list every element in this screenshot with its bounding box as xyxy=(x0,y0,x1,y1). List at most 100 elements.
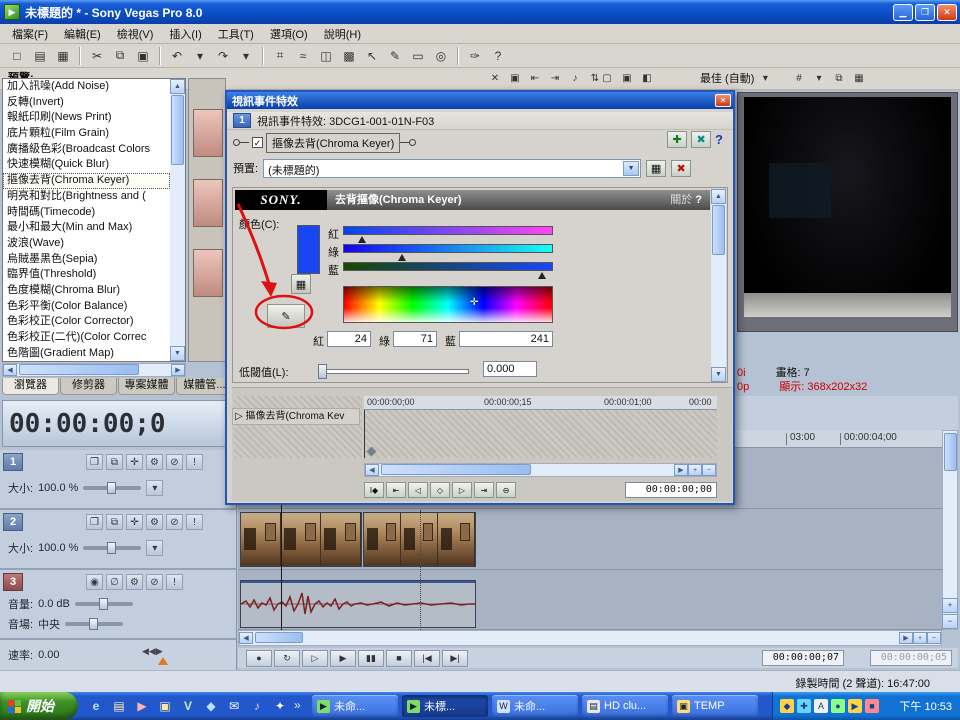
folder-icon[interactable]: ▣ xyxy=(155,695,175,717)
current-timecode[interactable]: 00:00:00;07 xyxy=(762,650,844,666)
panel-tab[interactable]: 修剪器 xyxy=(60,378,117,395)
effect-item[interactable]: 摳像去背(Chroma Keyer) xyxy=(3,173,170,189)
green-channel-slider[interactable] xyxy=(343,244,553,253)
track-header-2[interactable]: 2 ❐ ⧉ ✛ ⚙ ⊘! 大小: 100.0 % ▾ xyxy=(0,510,237,570)
copy-frame-icon[interactable]: ⧉ xyxy=(830,69,848,87)
tray-icon-5[interactable]: ▶ xyxy=(848,699,862,713)
restore-button[interactable]: ❐ xyxy=(915,3,935,21)
scroll-left-icon[interactable]: ◀ xyxy=(3,364,17,376)
video-event-1[interactable] xyxy=(240,512,362,567)
effect-item[interactable]: 色彩校正(二代)(Color Correc xyxy=(3,330,170,346)
normal-edit-tool-icon[interactable]: ↖ xyxy=(361,45,383,66)
track-overlay-icon[interactable]: ❐ xyxy=(86,454,103,470)
red-slider-thumb-icon[interactable] xyxy=(358,236,366,243)
effect-item[interactable]: 廣播級色彩(Broadcast Colors xyxy=(3,142,170,158)
delete-preset-button[interactable]: ✖ xyxy=(671,159,692,177)
play-from-start-button[interactable]: ▷ xyxy=(302,649,328,667)
enable-snapping-icon[interactable]: ⌗ xyxy=(269,45,291,66)
track-motion-icon[interactable]: ✛ xyxy=(126,454,143,470)
keyframe-hscrollbar[interactable]: ◀ ▶ + − xyxy=(364,463,717,477)
scrollbar-thumb[interactable] xyxy=(255,632,303,643)
zoom-in-track-height-icon[interactable]: + xyxy=(942,598,958,613)
selection-edit-tool-icon[interactable]: ▭ xyxy=(407,45,429,66)
solo-icon[interactable]: ! xyxy=(166,574,183,590)
effect-item[interactable]: 波浪(Wave) xyxy=(3,236,170,252)
blue-slider-thumb-icon[interactable] xyxy=(538,272,546,279)
effect-item[interactable]: 烏賊墨黑色(Sepia) xyxy=(3,252,170,268)
undo-icon[interactable]: ↶ xyxy=(166,45,188,66)
zoom-out-icon[interactable]: − xyxy=(702,464,716,476)
external-monitor-icon[interactable]: ▢ xyxy=(598,69,616,87)
preview-quality-dropdown-icon[interactable]: ▾ xyxy=(756,69,774,87)
scrollbar-thumb[interactable] xyxy=(171,95,184,165)
mail-icon[interactable]: ✉ xyxy=(224,695,244,717)
taskbar-button[interactable]: W 未命... xyxy=(492,695,578,717)
track-fx-icon[interactable]: ⚙ xyxy=(126,574,143,590)
preset-combobox[interactable]: (未標題的) ▼ xyxy=(263,158,642,178)
combo-dropdown-icon[interactable]: ▼ xyxy=(623,160,640,176)
tray-icon-1[interactable]: ◆ xyxy=(780,699,794,713)
timeline-timecode-display[interactable]: 00:00:00;0 xyxy=(2,400,236,447)
red-channel-slider[interactable] xyxy=(343,226,553,235)
keyframe-diamond-icon[interactable] xyxy=(366,446,377,457)
scrollbar-thumb[interactable] xyxy=(19,364,139,375)
region-icon[interactable]: ▣ xyxy=(506,69,524,87)
menu-item[interactable]: 檔案(F) xyxy=(4,24,56,44)
sync-cursor-button[interactable]: I◆ xyxy=(364,482,384,498)
help-icon[interactable]: ? xyxy=(487,45,509,66)
stop-button[interactable]: ■ xyxy=(386,649,412,667)
auto-ripple-icon[interactable]: ≈ xyxy=(292,45,314,66)
media-thumbnail[interactable] xyxy=(193,179,223,227)
menu-item[interactable]: 說明(H) xyxy=(316,24,369,44)
menu-item[interactable]: 插入(I) xyxy=(161,24,209,44)
lock-envelopes-icon[interactable]: ◫ xyxy=(315,45,337,66)
composite-mode-icon[interactable]: ▾ xyxy=(146,540,164,556)
effects-hscrollbar[interactable]: ◀ ▶ xyxy=(2,363,186,377)
effect-item[interactable]: 反轉(Invert) xyxy=(3,95,170,111)
audio-event[interactable] xyxy=(240,580,476,628)
plugin-help-icon[interactable]: ? xyxy=(695,194,702,206)
effect-item[interactable]: 快速模糊(Quick Blur) xyxy=(3,157,170,173)
panel-tab[interactable]: 專案媒體 xyxy=(118,378,175,395)
pause-button[interactable]: ▮▮ xyxy=(358,649,384,667)
scrollbar-thumb[interactable] xyxy=(381,464,531,475)
green-slider-thumb-icon[interactable] xyxy=(398,254,406,261)
delete-keyframe-button[interactable]: ⊖ xyxy=(496,482,516,498)
save-preset-button[interactable]: ▦ xyxy=(646,159,667,177)
close-button[interactable]: ✕ xyxy=(937,3,957,21)
scroll-up-icon[interactable]: ▲ xyxy=(711,189,726,204)
taskbar-button[interactable]: ▣ TEMP xyxy=(672,695,758,717)
new-project-icon[interactable]: □ xyxy=(6,45,28,66)
zoom-in-time-icon[interactable]: + xyxy=(913,632,927,644)
composite-mode-icon[interactable]: ▾ xyxy=(146,480,164,496)
taskbar-button[interactable]: ▤ HD clu... xyxy=(582,695,668,717)
tray-icon-3[interactable]: A xyxy=(814,699,828,713)
redo-dropdown-icon[interactable]: ▾ xyxy=(235,45,257,66)
quick-launch-chevron-icon[interactable]: » xyxy=(294,698,301,712)
panel-tab[interactable]: 瀏覽器 xyxy=(2,378,59,395)
photo-icon[interactable]: ◆ xyxy=(201,695,221,717)
layers-icon[interactable]: ⧉ xyxy=(106,454,123,470)
last-keyframe-button[interactable]: ⇥ xyxy=(474,482,494,498)
mute-icon[interactable]: ⊘ xyxy=(146,574,163,590)
preview-quality-select[interactable]: 最佳 (自動) xyxy=(700,70,754,86)
scroll-left-icon[interactable]: ◀ xyxy=(239,632,253,644)
music-icon[interactable]: ♪ xyxy=(247,695,267,717)
zoom-out-time-icon[interactable]: − xyxy=(927,632,941,644)
prev-marker-icon[interactable]: ⇤ xyxy=(526,69,544,87)
tray-clock[interactable]: 下午 10:53 xyxy=(899,698,960,714)
effect-item[interactable]: 最小和最大(Min and Max) xyxy=(3,220,170,236)
dialog-titlebar[interactable]: 視訊事件特效 ✕ xyxy=(227,92,733,109)
track-number-badge[interactable]: 2 xyxy=(3,513,23,531)
ie-icon[interactable]: e xyxy=(86,695,106,717)
redo-icon[interactable]: ↷ xyxy=(212,45,234,66)
tools-icon[interactable]: ✦ xyxy=(270,695,290,717)
volume-envelope[interactable] xyxy=(241,581,475,583)
track-number-badge[interactable]: 1 xyxy=(3,453,23,471)
scrollbar-thumb[interactable] xyxy=(944,433,957,471)
scroll-right-icon[interactable]: ▶ xyxy=(674,464,688,476)
track-pan-slider[interactable] xyxy=(65,618,124,630)
layers-icon[interactable]: ⧉ xyxy=(106,514,123,530)
track-header-3[interactable]: 3 ◉ ∅ ⚙ ⊘! 音量: 0.0 dB 音場: 中央 xyxy=(0,570,237,640)
dialog-close-button[interactable]: ✕ xyxy=(715,94,731,107)
